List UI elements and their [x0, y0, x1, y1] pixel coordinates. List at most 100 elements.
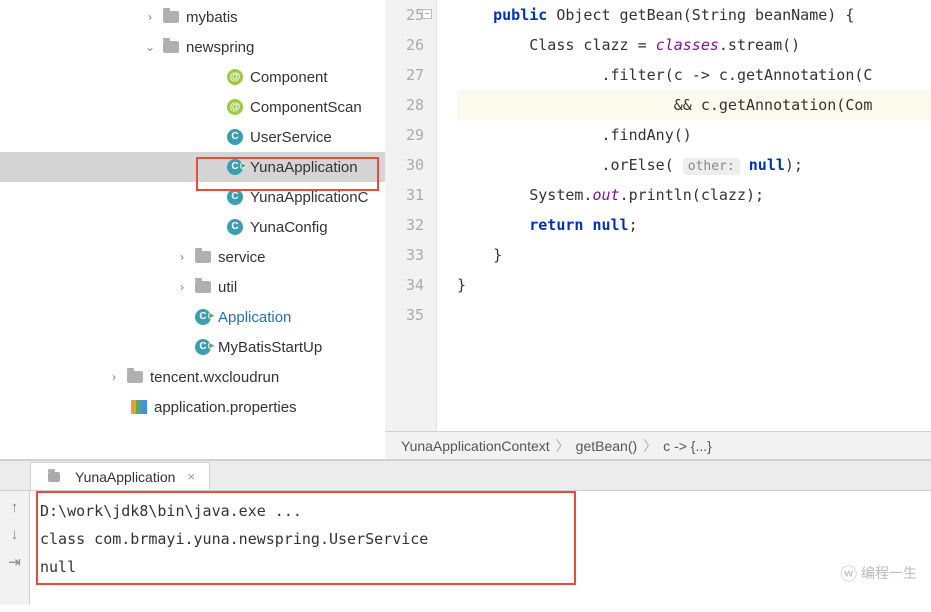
gutter-line[interactable]: 34 [385, 270, 424, 300]
editor-gutter: 25−26272829303132333435 [385, 0, 437, 431]
chevron-right-icon[interactable]: › [106, 370, 122, 384]
chevron-right-icon[interactable]: › [174, 250, 190, 264]
tree-item-label: ComponentScan [250, 99, 362, 116]
code-line[interactable]: } [457, 270, 931, 300]
tree-item[interactable]: ›CApplication [0, 302, 385, 332]
tree-item-label: mybatis [186, 9, 238, 26]
tree-item-label: Component [250, 69, 328, 86]
class-icon: C [194, 308, 212, 326]
tree-item[interactable]: › tencent.wxcloudrun [0, 362, 385, 392]
tree-item-label: tencent.wxcloudrun [150, 369, 279, 386]
crumb-context[interactable]: YunaApplicationContext [395, 438, 556, 454]
tree-item[interactable]: ›CYunaApplicationC [0, 182, 385, 212]
tree-item[interactable]: ›CYunaConfig [0, 212, 385, 242]
gutter-line[interactable]: 29 [385, 120, 424, 150]
tree-item-label: newspring [186, 39, 254, 56]
console-line: null [40, 553, 921, 581]
tree-item[interactable]: ›@ComponentScan [0, 92, 385, 122]
folder-icon [194, 278, 212, 296]
fold-icon[interactable] [422, 249, 432, 259]
gutter-line[interactable]: 28 [385, 90, 424, 120]
run-tool-window: YunaApplication × ↑ ↓ ⇥ D:\work\jdk8\bin… [0, 460, 931, 605]
watermark-text: ⓦ 编程一生 [840, 560, 917, 585]
code-line[interactable]: && c.getAnnotation(Com [457, 90, 931, 120]
wrap-icon[interactable]: ⇥ [8, 553, 21, 571]
code-line[interactable] [457, 300, 931, 330]
chevron-right-icon[interactable]: › [174, 280, 190, 294]
wechat-icon: ⓦ [840, 565, 857, 584]
tree-item-label: Application [218, 309, 291, 326]
crumb-method[interactable]: getBean() [570, 438, 643, 454]
fold-icon[interactable]: − [422, 9, 432, 19]
class-icon: C [226, 158, 244, 176]
tree-item[interactable]: › mybatis [0, 2, 385, 32]
folder-icon [126, 368, 144, 386]
tree-item[interactable]: ›CYunaApplication [0, 152, 385, 182]
annotation-icon: @ [226, 98, 244, 116]
tree-item[interactable]: ›CMyBatisStartUp [0, 332, 385, 362]
code-line[interactable]: System.out.println(clazz); [457, 180, 931, 210]
tree-item-label: service [218, 249, 266, 266]
tree-item-label: YunaConfig [250, 219, 328, 236]
run-config-tab[interactable]: YunaApplication × [30, 462, 210, 490]
console-body: ↑ ↓ ⇥ D:\work\jdk8\bin\java.exe ...class… [0, 491, 931, 605]
gutter-line[interactable]: 35 [385, 300, 424, 330]
gutter-line[interactable]: 33 [385, 240, 424, 270]
code-line[interactable]: .orElse( other: null); [457, 150, 931, 180]
crumb-lambda[interactable]: c -> {...} [657, 438, 718, 454]
folder-icon [194, 248, 212, 266]
annotation-icon: @ [226, 68, 244, 86]
gutter-line[interactable]: 32 [385, 210, 424, 240]
chevron-right-icon: 〉 [643, 436, 657, 456]
project-tree[interactable]: › mybatis ⌄ newspring › @ Component › @ Component… [0, 0, 385, 459]
code-line[interactable]: public Object getBean(String beanName) { [457, 0, 931, 30]
code-line[interactable]: return null; [457, 210, 931, 240]
gutter-line[interactable]: 31 [385, 180, 424, 210]
chevron-right-icon[interactable]: › [142, 10, 158, 24]
tree-item[interactable]: ›application.properties [0, 392, 385, 422]
folder-icon [162, 38, 180, 56]
folder-icon [162, 8, 180, 26]
tree-item-label: UserService [250, 129, 332, 146]
code-line[interactable]: .findAny() [457, 120, 931, 150]
code-line[interactable]: .filter(c -> c.getAnnotation(C [457, 60, 931, 90]
tree-item-label: YunaApplicationC [250, 189, 368, 206]
run-config-icon [45, 468, 63, 486]
run-tab-label: YunaApplication [75, 469, 175, 485]
chevron-right-icon: 〉 [556, 436, 570, 456]
editor-body[interactable]: public Object getBean(String beanName) {… [437, 0, 931, 431]
class-icon: C [226, 188, 244, 206]
ide-main-split: › mybatis ⌄ newspring › @ Component › @ Component… [0, 0, 931, 460]
gutter-line[interactable]: 27 [385, 60, 424, 90]
gutter-line[interactable]: 25− [385, 0, 424, 30]
editor-pane: 25−26272829303132333435 public Object ge… [385, 0, 931, 459]
breadcrumb-bar: YunaApplicationContext 〉 getBean() 〉 c -… [385, 431, 931, 459]
properties-icon [130, 398, 148, 416]
console-line: D:\work\jdk8\bin\java.exe ... [40, 497, 921, 525]
tree-item[interactable]: › util [0, 272, 385, 302]
gutter-line[interactable]: 30 [385, 150, 424, 180]
tree-item-label: MyBatisStartUp [218, 339, 322, 356]
class-icon: C [226, 128, 244, 146]
tree-item-label: application.properties [154, 399, 297, 416]
console-line: class com.brmayi.yuna.newspring.UserServ… [40, 525, 921, 553]
tree-item-label: util [218, 279, 237, 296]
gutter-line[interactable]: 26 [385, 30, 424, 60]
console-output[interactable]: D:\work\jdk8\bin\java.exe ...class com.b… [30, 491, 931, 605]
close-icon[interactable]: × [187, 469, 195, 484]
code-editor[interactable]: 25−26272829303132333435 public Object ge… [385, 0, 931, 431]
scroll-up-icon[interactable]: ↑ [11, 499, 19, 516]
code-line[interactable]: } [457, 240, 931, 270]
class-icon: C [194, 338, 212, 356]
tree-item[interactable]: ›@Component [0, 62, 385, 92]
tree-item[interactable]: › service [0, 242, 385, 272]
tree-item[interactable]: ⌄ newspring [0, 32, 385, 62]
tree-item[interactable]: ›CUserService [0, 122, 385, 152]
console-toolbar: ↑ ↓ ⇥ [0, 491, 30, 605]
fold-icon[interactable] [422, 279, 432, 289]
chevron-down-icon[interactable]: ⌄ [142, 40, 158, 54]
code-line[interactable]: Class clazz = classes.stream() [457, 30, 931, 60]
run-tab-bar: YunaApplication × [0, 461, 931, 491]
scroll-down-icon[interactable]: ↓ [11, 526, 19, 543]
class-icon: C [226, 218, 244, 236]
